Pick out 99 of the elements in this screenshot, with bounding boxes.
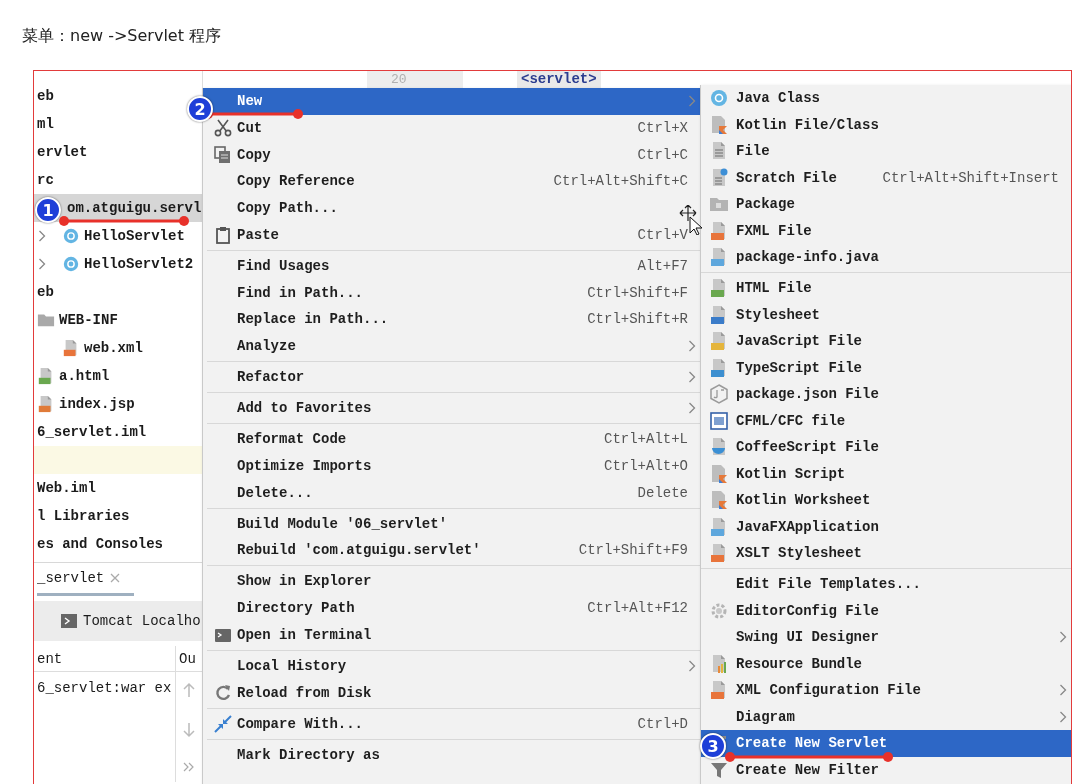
reload-icon — [213, 682, 233, 703]
deployment-item[interactable]: 6_servlet:war ex — [37, 680, 175, 696]
tree-item[interactable]: ml — [37, 116, 54, 132]
menu-item[interactable]: CoffeeScript File — [701, 434, 1071, 461]
scissors-icon — [213, 118, 233, 139]
menu-item[interactable]: Local History — [203, 652, 700, 680]
caption-text: 菜单：new ->Servlet 程序 — [22, 26, 222, 45]
menu-item[interactable]: XML Configuration File — [701, 677, 1071, 704]
menu-item[interactable]: Paste Ctrl+V — [203, 221, 700, 249]
menu-item[interactable]: EditorConfig File — [701, 597, 1071, 624]
menu-item[interactable]: Mark Directory as — [203, 741, 700, 768]
shortcut-label: Ctrl+X — [636, 120, 688, 137]
menu-item[interactable]: XSLT Stylesheet — [701, 540, 1071, 567]
tree-item[interactable]: a.html — [37, 367, 110, 385]
menu-item[interactable]: Edit File Templates... — [701, 571, 1071, 598]
menu-item[interactable]: TypeScript File — [701, 354, 1071, 381]
tree-item[interactable]: l Libraries — [37, 508, 130, 524]
kotlin-file-icon — [709, 114, 729, 135]
shortcut-label: Ctrl+Shift+R — [586, 311, 688, 328]
shortcut-label: Ctrl+Alt+F12 — [586, 600, 688, 617]
menu-item[interactable]: Kotlin Worksheet — [701, 487, 1071, 514]
server-icon — [61, 614, 77, 628]
menu-item[interactable]: Resource Bundle — [701, 650, 1071, 677]
menu-item[interactable]: Scratch File Ctrl+Alt+Shift+Insert — [701, 164, 1071, 191]
copy-icon — [213, 144, 233, 165]
menu-item[interactable]: Show in Explorer — [203, 568, 700, 595]
tree-item[interactable]: rc — [37, 172, 54, 188]
menu-item[interactable]: Build Module '06_servlet' — [203, 510, 700, 537]
kotlin-file-icon — [709, 490, 729, 511]
menu-item[interactable]: Open in Terminal — [203, 621, 700, 649]
menu-item[interactable]: Java Class — [701, 85, 1071, 112]
clipboard-icon — [213, 224, 233, 245]
shortcut-label: Ctrl+V — [636, 226, 688, 243]
menu-item[interactable]: Rebuild 'com.atguigu.servlet' Ctrl+Shift+F9 — [203, 536, 700, 564]
shortcut-label: Ctrl+D — [636, 715, 688, 732]
menu-item[interactable]: Analyze — [203, 332, 700, 360]
menu-item[interactable]: Optimize Imports Ctrl+Alt+O — [203, 452, 700, 480]
menu-item[interactable]: HTML File — [701, 275, 1071, 302]
menu-item[interactable]: Swing UI Designer — [701, 624, 1071, 651]
tree-item[interactable]: index.jsp — [37, 395, 135, 413]
tree-item[interactable]: Web.iml — [37, 480, 96, 496]
tree-item[interactable]: ervlet — [37, 144, 88, 160]
kotlin-file-icon — [709, 463, 729, 484]
shortcut-label: Alt+F7 — [636, 257, 688, 274]
menu-item[interactable]: JavaFXApplication — [701, 513, 1071, 540]
menu-item[interactable]: Delete... Delete — [203, 479, 700, 506]
menu-item[interactable]: package.json File — [701, 381, 1071, 408]
menu-item[interactable]: Replace in Path... Ctrl+Shift+R — [203, 305, 700, 333]
tree-item[interactable]: HelloServlet — [62, 227, 185, 245]
shortcut-label: Ctrl+Alt+O — [603, 457, 688, 474]
class-icon — [709, 88, 729, 109]
menu-item[interactable]: Stylesheet — [701, 301, 1071, 328]
hexagon-icon — [709, 384, 729, 405]
tree-item[interactable]: WEB-INF — [37, 311, 118, 329]
shortcut-label: Ctrl+Alt+L — [603, 431, 688, 448]
menu-item[interactable]: Reload from Disk — [203, 679, 700, 706]
shortcut-label: Ctrl+Shift+F — [586, 284, 688, 301]
tree-item[interactable]: web.xml — [62, 339, 143, 357]
menu-item[interactable]: Compare With... Ctrl+D — [203, 710, 700, 737]
menu-item[interactable]: Find Usages Alt+F7 — [203, 252, 700, 280]
menu-item[interactable]: Directory Path Ctrl+Alt+F12 — [203, 594, 700, 622]
menu-item[interactable]: Create New Filter — [701, 756, 1071, 783]
tree-item[interactable]: 6_servlet.iml — [37, 424, 147, 440]
menu-item[interactable]: Diagram — [701, 703, 1071, 730]
menu-item[interactable]: Reformat Code Ctrl+Alt+L — [203, 425, 700, 453]
shortcut-label: Ctrl+Alt+Shift+Insert — [881, 169, 1059, 186]
tree-item[interactable]: om.atguigu.servl — [67, 200, 202, 216]
square-icon — [709, 410, 729, 431]
menu-item[interactable]: Copy Reference Ctrl+Alt+Shift+C — [203, 168, 700, 195]
menu-item[interactable]: Package — [701, 191, 1071, 218]
shortcut-label: Delete — [636, 484, 688, 501]
compare-arrows-icon — [213, 713, 233, 734]
tree-item[interactable]: es and Consoles — [37, 536, 164, 552]
menu-item[interactable]: Find in Path... Ctrl+Shift+F — [203, 279, 700, 306]
shortcut-label: Ctrl+Shift+F9 — [577, 542, 688, 559]
line-number: 20 — [367, 71, 463, 91]
menu-item[interactable]: Add to Favorites — [203, 394, 700, 422]
menu-item[interactable]: Kotlin File/Class — [701, 111, 1071, 138]
class-icon — [62, 255, 80, 273]
menu-item[interactable]: Kotlin Script — [701, 460, 1071, 487]
menu-item[interactable]: Copy Ctrl+C — [203, 141, 700, 169]
menu-item[interactable]: package-info.java — [701, 244, 1071, 271]
shortcut-label: Ctrl+C — [636, 146, 688, 163]
tree-item[interactable]: HelloServlet2 — [62, 255, 194, 273]
double-chevron-icon — [183, 762, 195, 772]
class-icon — [62, 227, 80, 245]
tree-item[interactable]: eb — [37, 88, 54, 104]
menu-item[interactable]: Copy Path... — [203, 194, 700, 222]
up-arrow-icon — [183, 682, 195, 698]
run-tab[interactable]: _servlet — [37, 563, 135, 596]
shortcut-label: Ctrl+Alt+Shift+C — [552, 173, 688, 190]
menu-item[interactable]: File — [701, 138, 1071, 165]
tree-item[interactable]: eb — [37, 284, 54, 300]
menu-item[interactable]: JavaScript File — [701, 328, 1071, 355]
down-arrow-icon — [183, 722, 195, 738]
column-header: ent — [34, 646, 175, 672]
menu-item[interactable]: FXML File — [701, 217, 1071, 244]
menu-item[interactable]: Refactor — [203, 363, 700, 391]
menu-item[interactable]: CFML/CFC file — [701, 407, 1071, 434]
